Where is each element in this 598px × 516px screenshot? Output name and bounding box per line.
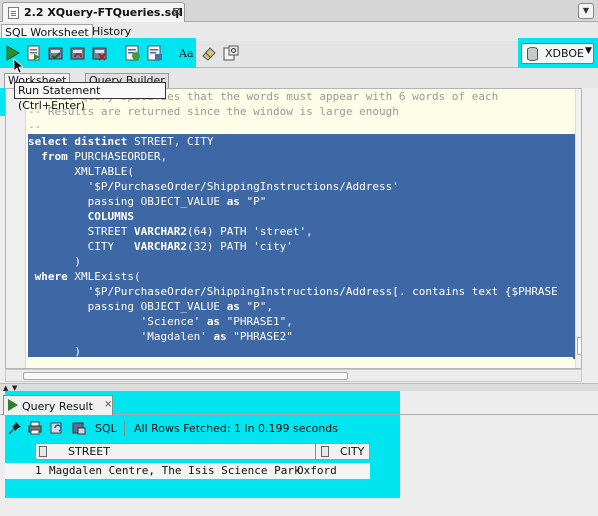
column-header-city[interactable]: CITY bbox=[318, 444, 370, 460]
horizontal-scrollbar[interactable] bbox=[5, 369, 582, 382]
code-line[interactable]: COLUMNS bbox=[28, 209, 581, 224]
vertical-scrollbar[interactable] bbox=[575, 89, 581, 368]
code-line[interactable]: '$P/PurchaseOrder/ShippingInstructions/A… bbox=[28, 284, 581, 299]
run-script-icon bbox=[27, 45, 40, 61]
print-icon[interactable] bbox=[28, 421, 42, 435]
code-line[interactable]: passing OBJECT_VALUE as "P", bbox=[28, 299, 581, 314]
cancel-button[interactable] bbox=[91, 44, 109, 62]
connection-name: XDBOE bbox=[545, 47, 584, 60]
code-line[interactable]: select distinct STREET, CITY bbox=[28, 134, 581, 149]
autotrace-button[interactable] bbox=[146, 44, 164, 62]
close-tab-icon[interactable]: ⊠ bbox=[172, 5, 181, 18]
panel-splitter[interactable]: ▲ ▼ bbox=[0, 383, 598, 392]
autotrace-icon bbox=[147, 45, 162, 61]
sql-developer-window: 2.2 XQuery-FTQueries.sql ⊠ ▼ SQL Workshe… bbox=[0, 0, 598, 516]
cell-city[interactable]: Oxford bbox=[297, 463, 337, 479]
explain-plan-icon bbox=[125, 45, 140, 61]
code-line[interactable]: STREET VARCHAR2(64) PATH 'street', bbox=[28, 224, 581, 239]
column-type-icon bbox=[39, 446, 47, 457]
query-result-label: Query Result bbox=[22, 400, 93, 413]
sql-label[interactable]: SQL bbox=[95, 422, 117, 435]
eraser-icon bbox=[202, 47, 216, 61]
code-line[interactable]: '$P/PurchaseOrder/ShippingInstructions/A… bbox=[28, 179, 581, 194]
commit-icon bbox=[48, 47, 63, 60]
code-line[interactable]: CITY VARCHAR2(32) PATH 'city' bbox=[28, 239, 581, 254]
code-line[interactable]: where XMLExists( bbox=[28, 269, 581, 284]
code-line[interactable]: from PURCHASEORDER, bbox=[28, 149, 581, 164]
results-grid[interactable]: STREET CITY 1 Magdalen Centre, The Isis … bbox=[5, 443, 400, 498]
sql-editor[interactable]: -- This query specifies that the words m… bbox=[5, 88, 582, 369]
code-line[interactable]: 'Science' as "PHRASE1", bbox=[28, 314, 581, 329]
run-statement-tooltip: Run Statement (Ctrl+Enter) bbox=[14, 82, 166, 112]
status-area bbox=[0, 498, 598, 516]
code-area[interactable]: -- This query specifies that the words m… bbox=[28, 89, 581, 359]
commit-button[interactable] bbox=[47, 44, 65, 62]
toolbar-separator bbox=[124, 421, 125, 436]
document-tab-bar: 2.2 XQuery-FTQueries.sql ⊠ ▼ bbox=[0, 0, 598, 22]
fetch-status: All Rows Fetched: 1 in 0.199 seconds bbox=[134, 422, 338, 435]
code-line[interactable]: ) bbox=[28, 254, 581, 269]
code-line[interactable]: XMLTABLE( bbox=[28, 164, 581, 179]
tab-query-result[interactable]: Query Result × bbox=[3, 395, 113, 415]
code-line[interactable]: -- bbox=[28, 119, 581, 134]
vertical-scroll-thumb[interactable] bbox=[577, 337, 581, 355]
results-tab-bar: Query Result × bbox=[0, 393, 598, 415]
code-line[interactable]: 'Magdalen' as "PHRASE2" bbox=[28, 329, 581, 344]
clear-button[interactable] bbox=[200, 44, 218, 62]
column-header-street[interactable]: STREET bbox=[36, 444, 316, 460]
database-icon bbox=[527, 47, 538, 61]
rollback-icon bbox=[70, 47, 85, 60]
sql-file-icon bbox=[8, 7, 19, 19]
svg-text:Aa: Aa bbox=[178, 47, 194, 60]
tuning-icon bbox=[223, 45, 239, 61]
pin-icon[interactable] bbox=[8, 421, 22, 435]
cell-street[interactable]: Magdalen Centre, The Isis Science Park bbox=[49, 463, 301, 479]
chevron-down-icon: ▼ bbox=[585, 46, 592, 56]
rollback-button[interactable] bbox=[69, 44, 87, 62]
column-header-label: STREET bbox=[68, 445, 110, 458]
tab-list-dropdown-button[interactable]: ▼ bbox=[578, 3, 594, 19]
editor-gutter bbox=[6, 89, 26, 368]
close-icon[interactable]: × bbox=[104, 399, 112, 410]
export-icon[interactable] bbox=[72, 421, 86, 435]
run-icon bbox=[8, 399, 18, 411]
editor-empty-line bbox=[28, 357, 573, 368]
code-line[interactable]: passing OBJECT_VALUE as "P" bbox=[28, 194, 581, 209]
case-button[interactable]: Aa bbox=[178, 44, 196, 62]
mouse-cursor-icon bbox=[13, 58, 23, 74]
results-toolbar: SQL All Rows Fetched: 1 in 0.199 seconds bbox=[5, 418, 400, 440]
grid-header: STREET CITY bbox=[35, 443, 370, 460]
table-row[interactable]: 1 Magdalen Centre, The Isis Science Park… bbox=[5, 463, 370, 479]
horizontal-scroll-thumb[interactable] bbox=[23, 372, 348, 380]
code-line[interactable]: -- Results are returned since the window… bbox=[28, 104, 581, 119]
document-tab[interactable]: 2.2 XQuery-FTQueries.sql ⊠ bbox=[2, 2, 185, 22]
column-type-icon bbox=[321, 446, 329, 457]
explain-plan-button[interactable] bbox=[124, 44, 142, 62]
document-tab-title: 2.2 XQuery-FTQueries.sql bbox=[24, 6, 183, 19]
connection-selector[interactable]: XDBOE ▼ bbox=[521, 43, 594, 64]
column-header-label: CITY bbox=[340, 445, 365, 458]
sql-tuning-button[interactable] bbox=[222, 44, 240, 62]
row-number: 1 bbox=[35, 464, 42, 477]
refresh-icon[interactable] bbox=[50, 421, 64, 435]
case-change-icon: Aa bbox=[178, 47, 194, 60]
run-script-button[interactable] bbox=[25, 44, 43, 62]
cancel-icon bbox=[92, 47, 107, 61]
